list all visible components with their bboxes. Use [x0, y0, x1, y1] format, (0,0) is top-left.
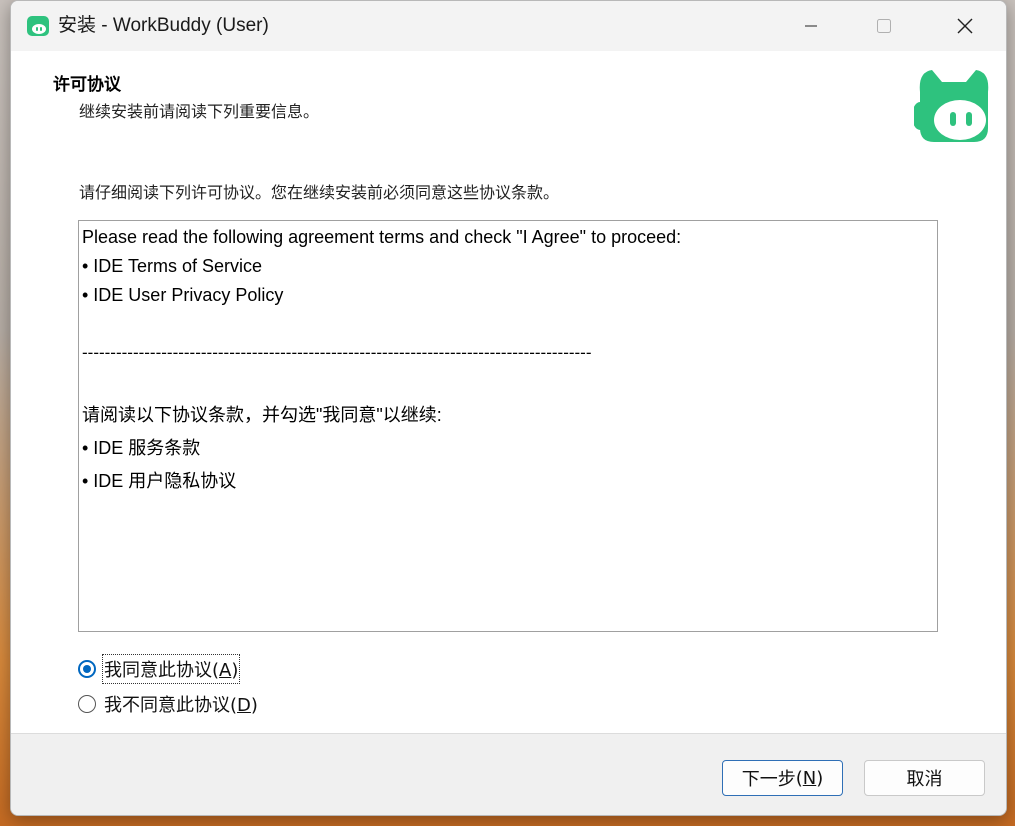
footer-bar: 下一步(N) 取消: [11, 733, 1006, 815]
license-line: • IDE Terms of Service: [82, 256, 263, 276]
workbuddy-logo: [914, 70, 989, 142]
disagree-radio[interactable]: [78, 695, 96, 713]
title-bar: 安装 - WorkBuddy (User): [11, 1, 1006, 51]
license-line: • IDE User Privacy Policy: [82, 285, 284, 305]
page-title: 许可协议: [53, 75, 121, 95]
minimize-button[interactable]: [788, 1, 834, 51]
maximize-icon: [877, 19, 891, 33]
maximize-button[interactable]: [861, 1, 907, 51]
page-subtitle: 继续安装前请阅读下列重要信息。: [79, 102, 320, 121]
license-line: • IDE 用户隐私协议: [82, 471, 237, 491]
license-divider: ----------------------------------------…: [82, 343, 592, 362]
license-text-box[interactable]: Please read the following agreement term…: [78, 220, 938, 632]
agree-radio[interactable]: [78, 660, 96, 678]
close-button[interactable]: [942, 1, 988, 51]
agree-radio-option[interactable]: 我同意此协议(A): [78, 654, 241, 684]
disagree-label[interactable]: 我不同意此协议(D): [104, 691, 258, 717]
license-line: 请阅读以下协议条款，并勾选"我同意"以继续:: [82, 405, 442, 425]
close-icon: [957, 18, 973, 34]
minimize-icon: [805, 25, 817, 27]
next-button[interactable]: 下一步(N): [722, 760, 843, 796]
window-title: 安装 - WorkBuddy (User): [58, 15, 269, 36]
app-icon: [27, 16, 49, 36]
cancel-button[interactable]: 取消: [864, 760, 985, 796]
installer-window: 安装 - WorkBuddy (User) 许可协议 继续安装前请阅读下列重要信…: [10, 0, 1007, 816]
license-line: Please read the following agreement term…: [82, 227, 682, 247]
license-line: • IDE 服务条款: [82, 438, 201, 458]
agree-label[interactable]: 我同意此协议(A): [101, 654, 241, 684]
disagree-radio-option[interactable]: 我不同意此协议(D): [78, 691, 258, 717]
instruction-text: 请仔细阅读下列许可协议。您在继续安装前必须同意这些协议条款。: [79, 183, 560, 202]
